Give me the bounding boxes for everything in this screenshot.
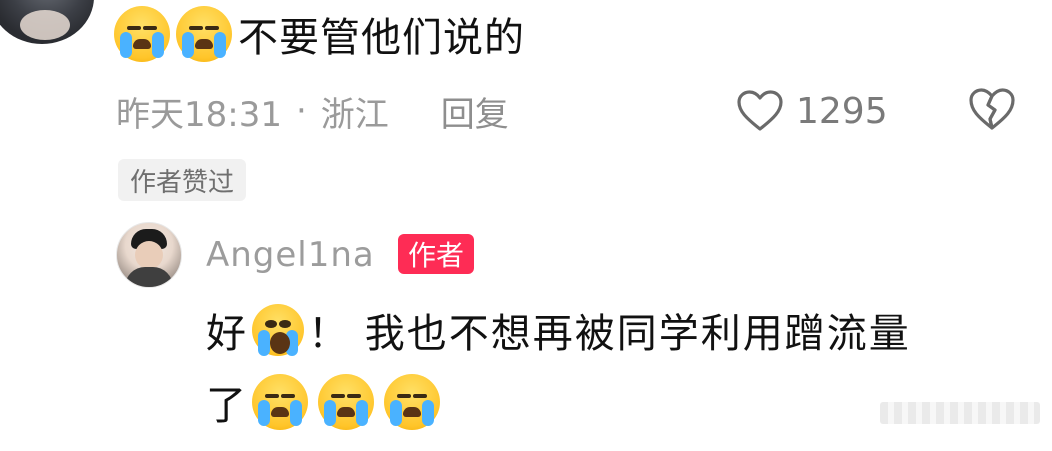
replier-username[interactable]: Angel1na [206, 232, 375, 278]
heart-outline-icon [737, 90, 783, 131]
reply-text-part1: 好 [206, 311, 248, 357]
reply-text-line2: 了 [206, 383, 248, 429]
commenter-avatar[interactable] [0, 0, 94, 44]
comment-meta: 昨天18:31 · 浙江 回复 [116, 87, 509, 136]
crying-face-emoji-icon [318, 374, 374, 430]
author-tag: 作者 [398, 234, 475, 274]
comment-time: 昨天18:31 [116, 94, 282, 135]
broken-heart-icon [969, 88, 1015, 130]
reply-button[interactable]: 回复 [441, 87, 509, 136]
comment-text: 不要管他们说的 [238, 15, 525, 61]
reply-text-part2: ！ 我也不想再被同学利用蹭流量 [308, 311, 911, 357]
crying-face-emoji-icon [114, 6, 170, 62]
crying-face-emoji-icon [384, 374, 440, 430]
like-count: 1295 [796, 90, 888, 132]
reply-content-line1: 好 ！ 我也不想再被同学利用蹭流量 [206, 302, 911, 358]
watermark [880, 402, 1040, 424]
crying-face-emoji-icon [176, 6, 232, 62]
replier-avatar[interactable] [116, 222, 182, 288]
author-liked-badge: 作者赞过 [118, 159, 247, 201]
dislike-button[interactable] [967, 86, 1017, 136]
reply-content-line2: 了 [206, 372, 446, 432]
comment-location: 浙江 [320, 94, 389, 135]
astonished-crying-emoji-icon [252, 304, 304, 356]
comment-content: 不要管他们说的 [114, 6, 525, 62]
crying-face-emoji-icon [252, 374, 308, 430]
like-button[interactable]: 1295 [736, 86, 888, 136]
meta-separator: · [295, 91, 307, 131]
